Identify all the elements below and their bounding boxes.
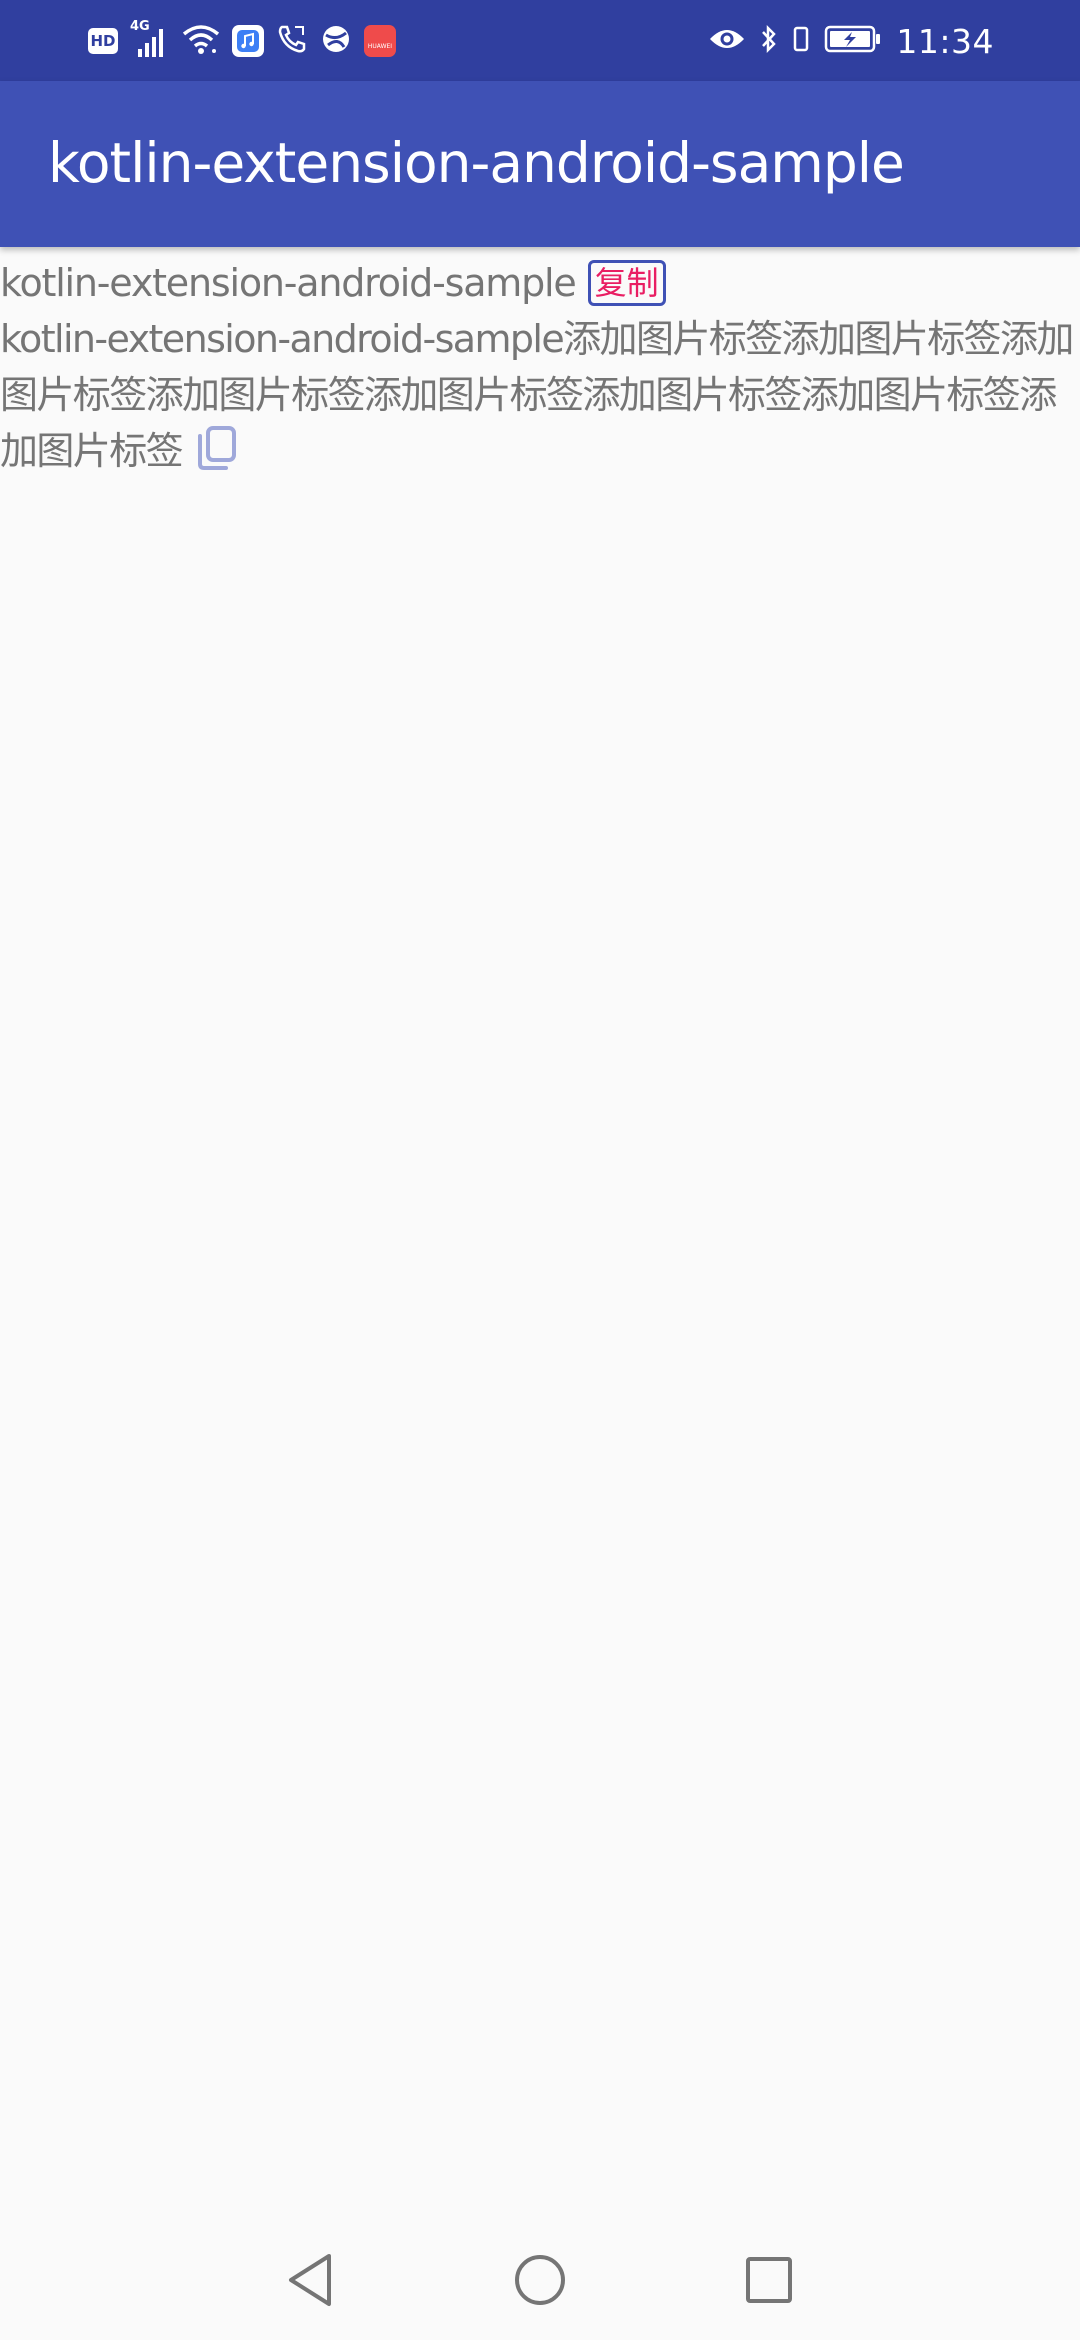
hd-icon: HD	[88, 28, 118, 54]
back-icon[interactable]	[278, 2248, 342, 2312]
copy-icon[interactable]	[192, 424, 238, 487]
browser-icon	[320, 23, 352, 59]
status-time: 11:34	[896, 21, 994, 61]
recents-icon[interactable]	[737, 2248, 801, 2312]
huawei-app-icon: HUAWEI	[364, 25, 396, 57]
app-title: kotlin-extension-android-sample	[48, 131, 905, 195]
first-line: kotlin-extension-android-sample 复制	[0, 258, 1075, 308]
music-app-icon	[232, 25, 264, 57]
paragraph-text: kotlin-extension-android-sample添加图片标签添加图…	[0, 317, 1074, 473]
tagged-paragraph: kotlin-extension-android-sample添加图片标签添加图…	[0, 311, 1075, 487]
signal-icon: 4G	[130, 19, 170, 59]
eye-icon	[708, 25, 746, 57]
app-bar: kotlin-extension-android-sample	[0, 81, 1080, 247]
wifi-icon	[182, 23, 220, 59]
home-icon[interactable]	[508, 2248, 572, 2312]
status-bar: HD 4G HUAWEI 11:34	[0, 0, 1080, 81]
navigation-bar	[0, 2220, 1080, 2340]
first-line-text: kotlin-extension-android-sample	[0, 261, 577, 305]
copy-tag-button[interactable]: 复制	[587, 260, 666, 306]
vibrate-icon	[792, 23, 810, 59]
status-left-icons: HD 4G HUAWEI	[88, 19, 396, 62]
main-content: kotlin-extension-android-sample 复制 kotli…	[0, 258, 1075, 487]
status-right-icons: 11:34	[708, 18, 994, 64]
huawei-app-label: HUAWEI	[367, 42, 393, 50]
battery-charging-icon	[824, 24, 882, 58]
phone-call-icon	[276, 23, 308, 59]
bluetooth-icon	[760, 23, 778, 59]
